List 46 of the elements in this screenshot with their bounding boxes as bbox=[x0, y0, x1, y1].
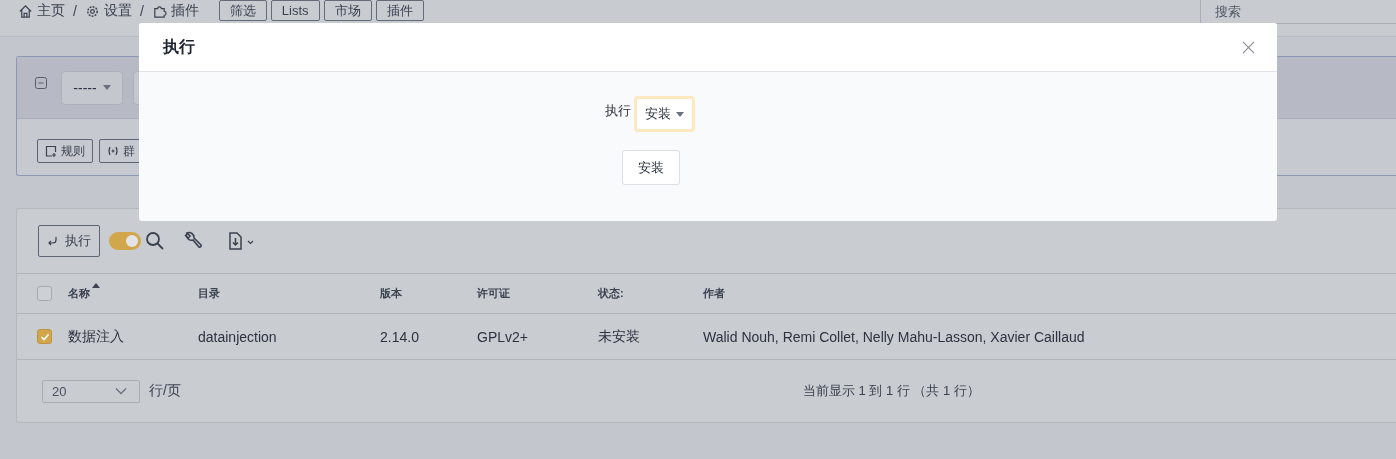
table-cell: Walid Nouh, Remi Collet, Nelly Mahu-Lasson, Xavier Caillaud bbox=[703, 328, 1085, 345]
breadcrumb-separator: / bbox=[139, 3, 144, 19]
settings-icon bbox=[84, 3, 100, 19]
column-header[interactable]: 许可证 bbox=[477, 286, 510, 301]
breadcrumb-separator: / bbox=[73, 3, 77, 19]
wrench-icon[interactable] bbox=[183, 231, 203, 251]
return-arrow-icon bbox=[47, 235, 59, 247]
table-cell: 未安装 bbox=[598, 327, 640, 344]
group-icon bbox=[107, 145, 119, 157]
breadcrumb-link[interactable]: 插件 bbox=[151, 2, 199, 20]
execute-button[interactable]: 执行 bbox=[38, 225, 100, 257]
install-button[interactable]: 安装 bbox=[622, 150, 680, 185]
criteria-select[interactable]: ----- bbox=[61, 70, 123, 105]
nav-button[interactable]: 市场 bbox=[323, 0, 372, 21]
column-header[interactable]: 名称 bbox=[68, 286, 100, 301]
nav-button[interactable]: Lists bbox=[270, 0, 320, 21]
column-header[interactable]: 版本 bbox=[380, 286, 402, 301]
table-cell: GPLv2+ bbox=[477, 328, 528, 345]
field-label: 执行 bbox=[605, 102, 631, 120]
collapse-icon[interactable] bbox=[35, 76, 47, 89]
breadcrumb-link[interactable]: 设置 bbox=[84, 2, 132, 20]
add-rule-icon bbox=[45, 145, 57, 157]
rule-button[interactable]: 规则 bbox=[37, 139, 93, 163]
column-header[interactable]: 作者 bbox=[703, 286, 725, 301]
home-icon bbox=[18, 3, 33, 19]
pagination-summary: 当前显示 1 到 1 行 （共 1 行） bbox=[802, 382, 980, 400]
toggle-switch[interactable] bbox=[109, 232, 141, 250]
close-icon[interactable] bbox=[1242, 40, 1255, 54]
dialog-title: 执行 bbox=[163, 36, 195, 57]
page-size-select[interactable]: 20 bbox=[42, 379, 140, 403]
row-checkbox[interactable] bbox=[37, 329, 52, 344]
column-header[interactable]: 状态: bbox=[598, 286, 624, 301]
per-page-label: 行/页 bbox=[149, 382, 181, 400]
nav-button[interactable]: 筛选 bbox=[218, 0, 267, 21]
search-icon[interactable] bbox=[145, 231, 165, 251]
sort-icon bbox=[92, 283, 100, 288]
table-cell: datainjection bbox=[198, 328, 277, 345]
action-select[interactable]: 安装 bbox=[634, 96, 695, 132]
table-cell: 数据注入 bbox=[68, 327, 124, 344]
breadcrumb-link[interactable]: 主页 bbox=[18, 2, 65, 20]
puzzle-icon bbox=[151, 3, 167, 19]
select-all-checkbox[interactable] bbox=[37, 286, 52, 301]
table-cell: 2.14.0 bbox=[380, 328, 419, 345]
nav-button[interactable]: 插件 bbox=[375, 0, 424, 21]
column-header[interactable]: 目录 bbox=[198, 286, 220, 301]
chevron-down-icon bbox=[115, 387, 127, 395]
